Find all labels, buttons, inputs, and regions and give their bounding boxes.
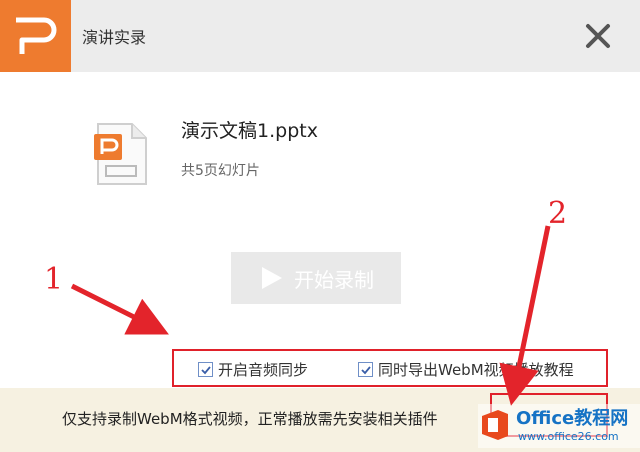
export-tutorial-checkbox[interactable] bbox=[358, 362, 373, 377]
close-icon[interactable] bbox=[582, 20, 614, 52]
sync-audio-label: 开启音频同步 bbox=[218, 361, 309, 379]
export-tutorial-label: 同时导出WebM视频播放教程 bbox=[378, 361, 574, 379]
wps-presentation-logo-icon bbox=[0, 0, 71, 72]
slide-count: 共5页幻灯片 bbox=[181, 163, 260, 179]
arrow-to-options bbox=[70, 283, 169, 335]
start-recording-label: 开始录制 bbox=[294, 267, 374, 292]
pptx-file-icon bbox=[92, 122, 148, 186]
file-name: 演示文稿1.pptx bbox=[181, 120, 318, 142]
watermark-title: Office教程网 bbox=[516, 408, 629, 429]
footer-notice: 仅支持录制WebM格式视频，正常播放需先安装相关插件 bbox=[62, 410, 438, 428]
play-icon bbox=[262, 267, 282, 289]
start-recording-button[interactable]: 开始录制 bbox=[231, 252, 401, 304]
checkmark-icon bbox=[200, 365, 211, 374]
window-title: 演讲实录 bbox=[82, 28, 147, 47]
options-highlight-box: 开启音频同步 同时导出WebM视频播放教程 bbox=[172, 349, 608, 387]
annotation-label-2: 2 bbox=[548, 196, 568, 231]
office-logo-icon bbox=[482, 410, 508, 440]
title-bar: 演讲实录 bbox=[0, 0, 640, 72]
export-tutorial-option[interactable]: 同时导出WebM视频播放教程 bbox=[358, 359, 574, 380]
annotation-label-1: 1 bbox=[44, 262, 64, 297]
watermark-url: www.office26.com bbox=[518, 430, 619, 443]
sync-audio-checkbox[interactable] bbox=[198, 362, 213, 377]
watermark: Office教程网 www.office26.com bbox=[478, 404, 640, 448]
checkmark-icon bbox=[360, 365, 371, 374]
sync-audio-option[interactable]: 开启音频同步 bbox=[198, 359, 308, 380]
